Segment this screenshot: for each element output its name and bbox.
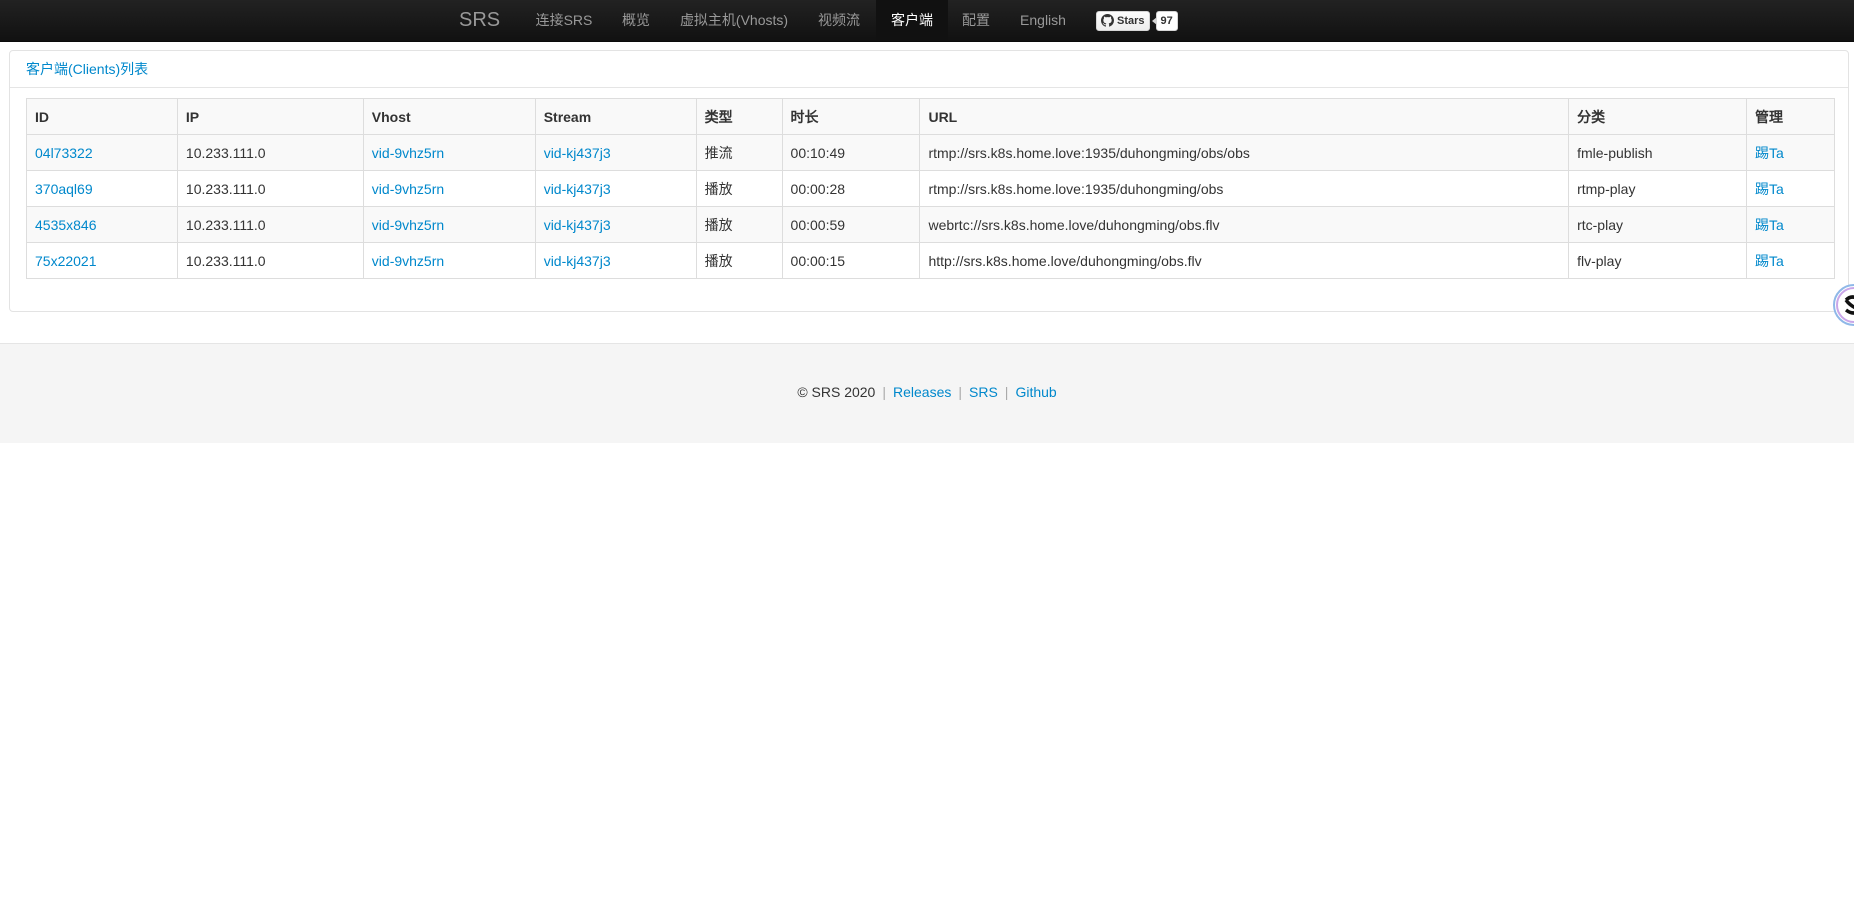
kick-client-link[interactable]: 踢Ta	[1755, 253, 1784, 269]
column-header-id: ID	[26, 98, 178, 135]
column-header-category: 分类	[1568, 98, 1747, 135]
clients-panel: 客户端(Clients)列表 ID IP Vhost Stream 类型 时长 …	[9, 50, 1849, 312]
vhost-link[interactable]: vid-9vhz5rn	[372, 145, 444, 161]
client-id-link[interactable]: 75x22021	[35, 253, 97, 269]
kick-client-link[interactable]: 踢Ta	[1755, 217, 1784, 233]
column-header-ip: IP	[176, 98, 364, 135]
assistant-logo-icon	[1833, 284, 1854, 326]
column-header-url: URL	[919, 98, 1570, 135]
client-duration: 00:10:49	[781, 134, 921, 171]
client-url: rtmp://srs.k8s.home.love:1935/duhongming…	[919, 134, 1570, 171]
vhost-link[interactable]: vid-9vhz5rn	[372, 253, 444, 269]
client-url: rtmp://srs.k8s.home.love:1935/duhongming…	[919, 170, 1570, 207]
brand-logo[interactable]: SRS	[459, 0, 500, 41]
client-ip: 10.233.111.0	[176, 170, 364, 207]
client-id-link[interactable]: 370aql69	[35, 181, 93, 197]
client-category: rtmp-play	[1568, 170, 1747, 207]
stream-link[interactable]: vid-kj437j3	[544, 181, 611, 197]
footer-link-releases[interactable]: Releases	[893, 384, 951, 400]
nav-item-streams[interactable]: 视频流	[808, 0, 870, 41]
client-type: 播放	[695, 206, 783, 243]
kick-client-link[interactable]: 踢Ta	[1755, 145, 1784, 161]
client-type: 推流	[695, 134, 783, 171]
github-stars-count[interactable]: 97	[1151, 10, 1178, 31]
clients-table: ID IP Vhost Stream 类型 时长 URL 分类 管理 04l73…	[26, 98, 1836, 279]
client-duration: 00:00:59	[781, 206, 921, 243]
floating-assistant-icon[interactable]	[1832, 283, 1854, 327]
client-ip: 10.233.111.0	[176, 206, 364, 243]
footer-copyright: © SRS 2020	[797, 384, 876, 400]
github-icon	[1101, 14, 1114, 27]
nav-item-connect-srs[interactable]: 连接SRS	[522, 0, 606, 41]
client-duration: 00:00:28	[781, 170, 921, 207]
client-category: rtc-play	[1568, 206, 1747, 243]
stream-link[interactable]: vid-kj437j3	[544, 217, 611, 233]
footer-separator: |	[882, 384, 886, 400]
table-header-row: ID IP Vhost Stream 类型 时长 URL 分类 管理	[26, 98, 1836, 135]
clients-list-title-link[interactable]: 客户端(Clients)列表	[26, 61, 148, 77]
stream-link[interactable]: vid-kj437j3	[544, 145, 611, 161]
column-header-manage: 管理	[1745, 98, 1836, 135]
client-type: 播放	[695, 170, 783, 207]
column-header-stream: Stream	[534, 98, 697, 135]
client-url: http://srs.k8s.home.love/duhongming/obs.…	[919, 242, 1570, 279]
table-row: 4535x846 10.233.111.0 vid-9vhz5rn vid-kj…	[26, 206, 1836, 243]
client-duration: 00:00:15	[781, 242, 921, 279]
footer-link-srs[interactable]: SRS	[969, 384, 998, 400]
footer-link-github[interactable]: Github	[1015, 384, 1056, 400]
nav-item-vhosts[interactable]: 虚拟主机(Vhosts)	[666, 0, 802, 41]
github-stars-widget[interactable]: Stars 97	[1096, 10, 1178, 31]
vhost-link[interactable]: vid-9vhz5rn	[372, 181, 444, 197]
client-ip: 10.233.111.0	[176, 242, 364, 279]
table-row: 370aql69 10.233.111.0 vid-9vhz5rn vid-kj…	[26, 170, 1836, 207]
nav-item-overview[interactable]: 概览	[612, 0, 660, 41]
github-stars-button[interactable]: Stars	[1096, 10, 1150, 31]
client-category: fmle-publish	[1568, 134, 1747, 171]
nav-item-config[interactable]: 配置	[954, 0, 998, 41]
kick-client-link[interactable]: 踢Ta	[1755, 181, 1784, 197]
client-url: webrtc://srs.k8s.home.love/duhongming/ob…	[919, 206, 1570, 243]
table-row: 75x22021 10.233.111.0 vid-9vhz5rn vid-kj…	[26, 242, 1836, 279]
client-id-link[interactable]: 4535x846	[35, 217, 97, 233]
panel-header: 客户端(Clients)列表	[10, 51, 1848, 88]
footer-separator: |	[1004, 384, 1009, 400]
page-footer: © SRS 2020 | Releases | SRS | Github	[0, 343, 1854, 443]
column-header-type: 类型	[695, 98, 783, 135]
stream-link[interactable]: vid-kj437j3	[544, 253, 611, 269]
nav-item-clients[interactable]: 客户端	[876, 0, 948, 41]
column-header-duration: 时长	[781, 98, 921, 135]
footer-separator: |	[958, 384, 962, 400]
client-ip: 10.233.111.0	[176, 134, 364, 171]
top-navbar: SRS 连接SRS 概览 虚拟主机(Vhosts) 视频流 客户端 配置 Eng…	[0, 0, 1854, 42]
table-row: 04l73322 10.233.111.0 vid-9vhz5rn vid-kj…	[26, 134, 1836, 171]
github-stars-label: Stars	[1117, 14, 1145, 27]
nav-item-english[interactable]: English	[1004, 0, 1082, 41]
client-type: 播放	[695, 242, 783, 279]
vhost-link[interactable]: vid-9vhz5rn	[372, 217, 444, 233]
client-id-link[interactable]: 04l73322	[35, 145, 93, 161]
column-header-vhost: Vhost	[362, 98, 536, 135]
client-category: flv-play	[1568, 242, 1747, 279]
